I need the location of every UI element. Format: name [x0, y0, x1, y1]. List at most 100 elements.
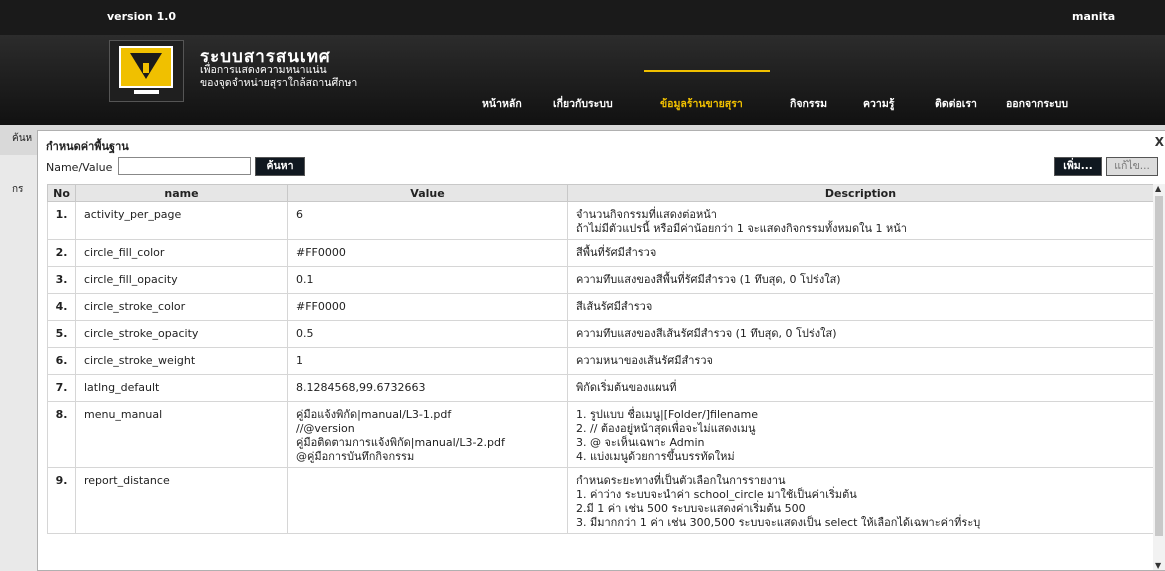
setting-value-line: 6 — [296, 208, 303, 221]
setting-description: สีเส้นรัศมีสำรวจ — [567, 293, 1153, 321]
table-row[interactable]: 3. circle_fill_opacity 0.1 ความทึบแสงของสีพ… — [47, 266, 1153, 294]
setting-description-line: 1. ค่าว่าง ระบบจะนำค่า school_circle มาใ… — [576, 488, 857, 501]
settings-dialog: กำหนดค่าพื้นฐาน X Name/Value ค้นหา เพิ่ม… — [37, 130, 1165, 571]
setting-description: 1. รูปแบบ ชื่อเมนู|[Folder/]filename 2. /… — [567, 401, 1153, 468]
setting-name: circle_stroke_opacity — [75, 320, 288, 348]
setting-name: latlng_default — [75, 374, 288, 402]
active-nav-indicator — [644, 70, 770, 72]
filter-label: Name/Value — [46, 161, 113, 174]
col-value[interactable]: Value — [287, 184, 568, 202]
setting-description-line: พิกัดเริ่มต้นของแผนที่ — [576, 381, 677, 394]
setting-value-line: คู่มือแจ้งพิกัด|manual/L3-1.pdf — [296, 408, 452, 421]
setting-description: ความทึบแสงของสีเส้นรัศมีสำรวจ (1 ทึบสุด,… — [567, 320, 1153, 348]
setting-value-line: คู่มือติดตามการแจ้งพิกัด|manual/L3-2.pdf — [296, 436, 505, 449]
setting-name: circle_fill_color — [75, 239, 288, 267]
dialog-title: กำหนดค่าพื้นฐาน — [46, 140, 129, 153]
setting-name: report_distance — [75, 467, 288, 534]
setting-description-line: สีพื้นที่รัศมีสำรวจ — [576, 246, 657, 259]
setting-description-line: ความหนาของเส้นรัศมีสำรวจ — [576, 354, 713, 367]
setting-value: #FF0000 — [287, 239, 568, 267]
table-row[interactable]: 5. circle_stroke_opacity 0.5 ความทึบแสงของส… — [47, 320, 1153, 348]
col-name[interactable]: name — [75, 184, 288, 202]
nav-liquor-shops[interactable]: ข้อมูลร้านขายสุรา — [660, 95, 743, 112]
nav-contact[interactable]: ติดต่อเรา — [935, 95, 977, 112]
nav-about[interactable]: เกี่ยวกับระบบ — [553, 95, 613, 112]
row-number: 3. — [47, 266, 76, 294]
username-label[interactable]: manita — [1072, 10, 1115, 23]
table-row[interactable]: 7. latlng_default 8.1284568,99.6732663 พิกั… — [47, 374, 1153, 402]
setting-value-line: 0.5 — [296, 327, 314, 340]
setting-description-line: กำหนดระยะทางที่เป็นตัวเลือกในการรายงาน — [576, 474, 786, 487]
brand-line2: ของจุดจำหน่ายสุราใกล้สถานศึกษา — [200, 77, 358, 89]
table-row[interactable]: 2. circle_fill_color #FF0000 สีพื้นที่รัศมี… — [47, 239, 1153, 267]
setting-name: circle_stroke_color — [75, 293, 288, 321]
setting-description-line: 3. @ จะเห็นเฉพาะ Admin — [576, 436, 705, 449]
setting-value: 8.1284568,99.6732663 — [287, 374, 568, 402]
row-number: 4. — [47, 293, 76, 321]
nav-logout[interactable]: ออกจากระบบ — [1006, 95, 1068, 112]
setting-value: 0.1 — [287, 266, 568, 294]
setting-description-line: ถ้าไม่มีตัวแปรนี้ หรือมีค่าน้อยกว่า 1 จะ… — [576, 222, 907, 235]
settings-table-wrap: No name Value Description 1. activity_per… — [47, 184, 1153, 570]
setting-name: menu_manual — [75, 401, 288, 468]
table-row[interactable]: 1. activity_per_page 6 จำนวนกิจกรรมที่แสดงต… — [47, 201, 1153, 240]
arrow-up-icon[interactable]: ▲ — [1155, 184, 1161, 193]
setting-value-line: #FF0000 — [296, 246, 346, 259]
brand-line1: เพื่อการแสดงความหนาแน่น — [200, 64, 327, 76]
col-description[interactable]: Description — [567, 184, 1153, 202]
row-number: 1. — [47, 201, 76, 240]
setting-description: ความทึบแสงของสีพื้นที่รัศมีสำรวจ (1 ทึบส… — [567, 266, 1153, 294]
brand-subtitle: เพื่อการแสดงความหนาแน่น ของจุดจำหน่ายสุร… — [200, 64, 357, 90]
tv-wine-glass-icon[interactable] — [109, 40, 184, 102]
background-search-label: ค้นห — [12, 133, 33, 144]
top-bar: version 1.0 manita — [0, 0, 1165, 35]
row-number: 5. — [47, 320, 76, 348]
table-header-row: No name Value Description — [47, 184, 1153, 202]
setting-description-line: 3. มีมากกว่า 1 ค่า เช่น 300,500 ระบบจะแส… — [576, 516, 981, 529]
setting-description-line: 2. // ต้องอยู่หน้าสุดเพื่อจะไม่แสดงเมนู — [576, 422, 756, 435]
table-row[interactable]: 8. menu_manual คู่มือแจ้งพิกัด|manual/L3-1… — [47, 401, 1153, 468]
setting-description: กำหนดระยะทางที่เป็นตัวเลือกในการรายงาน 1.… — [567, 467, 1153, 534]
scrollbar-thumb[interactable] — [1155, 196, 1163, 536]
site-header: ระบบสารสนเทศ เพื่อการแสดงความหนาแน่น ของ… — [0, 35, 1165, 125]
nav-home[interactable]: หน้าหลัก — [482, 95, 522, 112]
close-icon[interactable]: X — [1155, 135, 1164, 149]
setting-description-line: 4. แบ่งเมนูด้วยการขึ้นบรรทัดใหม่ — [576, 450, 735, 463]
col-no[interactable]: No — [47, 184, 76, 202]
setting-value-line: 0.1 — [296, 273, 314, 286]
vertical-scrollbar[interactable]: ▲ ▼ — [1153, 184, 1165, 570]
setting-description-line: 2.มี 1 ค่า เช่น 500 ระบบจะแสดงค่าเริ่มต้… — [576, 502, 806, 515]
row-number: 8. — [47, 401, 76, 468]
table-row[interactable]: 4. circle_stroke_color #FF0000 สีเส้นรัศมีส… — [47, 293, 1153, 321]
setting-value — [287, 467, 568, 534]
table-row[interactable]: 6. circle_stroke_weight 1 ความหนาของเส้นรัศ… — [47, 347, 1153, 375]
setting-description: พิกัดเริ่มต้นของแผนที่ — [567, 374, 1153, 402]
setting-description-line: จำนวนกิจกรรมที่แสดงต่อหน้า — [576, 208, 717, 221]
row-number: 7. — [47, 374, 76, 402]
setting-description-line: ความทึบแสงของสีพื้นที่รัศมีสำรวจ (1 ทึบส… — [576, 273, 841, 286]
filter-input[interactable] — [118, 157, 251, 175]
row-number: 9. — [47, 467, 76, 534]
row-number: 6. — [47, 347, 76, 375]
setting-value-line: 1 — [296, 354, 303, 367]
setting-value-line: @คู่มือการบันทึกกิจกรรม — [296, 450, 415, 463]
add-button[interactable]: เพิ่ม... — [1054, 157, 1102, 176]
setting-value: 6 — [287, 201, 568, 240]
setting-description: จำนวนกิจกรรมที่แสดงต่อหน้า ถ้าไม่มีตัวแปร… — [567, 201, 1153, 240]
setting-value: 1 — [287, 347, 568, 375]
nav-knowledge[interactable]: ความรู้ — [863, 95, 894, 112]
setting-value: คู่มือแจ้งพิกัด|manual/L3-1.pdf//@versio… — [287, 401, 568, 468]
setting-description-line: สีเส้นรัศมีสำรวจ — [576, 300, 653, 313]
setting-value: #FF0000 — [287, 293, 568, 321]
setting-value: 0.5 — [287, 320, 568, 348]
background-tab-label: กร — [12, 184, 24, 195]
version-label: version 1.0 — [107, 10, 177, 23]
search-button[interactable]: ค้นหา — [255, 157, 305, 176]
table-row[interactable]: 9. report_distance กำหนดระยะทางที่เป็นตัวเ… — [47, 467, 1153, 534]
edit-button[interactable]: แก้ไข... — [1106, 157, 1158, 176]
table-body: 1. activity_per_page 6 จำนวนกิจกรรมที่แสดงต… — [47, 201, 1153, 534]
nav-activities[interactable]: กิจกรรม — [790, 95, 827, 112]
setting-description-line: ความทึบแสงของสีเส้นรัศมีสำรวจ (1 ทึบสุด,… — [576, 327, 837, 340]
setting-description-line: 1. รูปแบบ ชื่อเมนู|[Folder/]filename — [576, 408, 758, 421]
settings-table: No name Value Description 1. activity_per… — [47, 184, 1153, 534]
